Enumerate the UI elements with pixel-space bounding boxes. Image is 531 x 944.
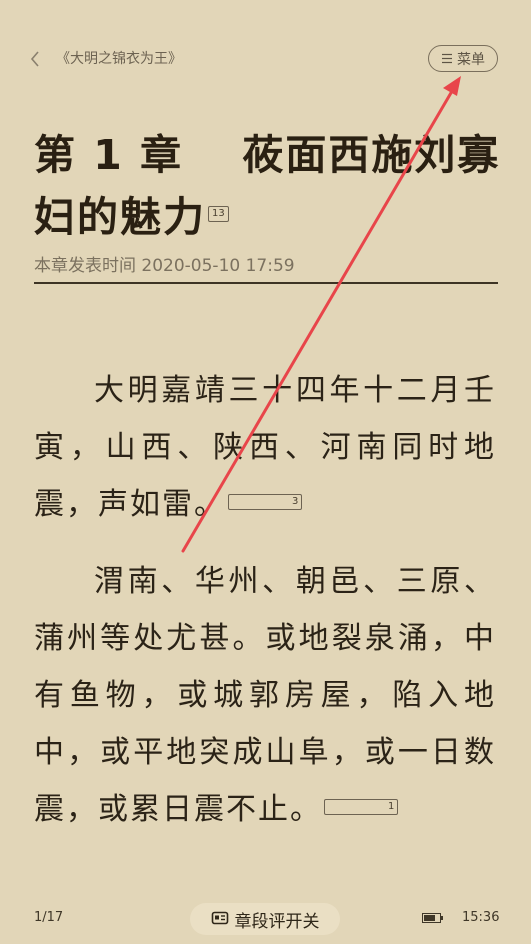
review-toggle-button[interactable]: 章段评开关 (190, 903, 340, 935)
chapter-title-text: 第 1 章 莜面西施刘寡妇的魅力 (34, 131, 501, 241)
page-number: 1/17 (34, 910, 64, 925)
book-title[interactable]: 《大明之锦衣为王》 (56, 48, 182, 68)
publish-time: 本章发表时间 2020-05-10 17:59 (34, 256, 295, 276)
chapter-title: 第 1 章 莜面西施刘寡妇的魅力 13 (34, 124, 504, 248)
chapter-content: 大明嘉靖三十四年十二月壬寅，山西、陕西、河南同时地震，声如雷。 3 渭南、华州、朝… (34, 362, 496, 858)
clock: 15:36 (462, 910, 500, 925)
back-button[interactable] (24, 46, 46, 72)
menu-lines-icon (442, 53, 452, 64)
title-divider (34, 282, 498, 284)
menu-button[interactable]: 菜单 (428, 45, 498, 72)
comment-icon (211, 911, 228, 925)
paragraph-comment-badge[interactable]: 3 (228, 493, 303, 510)
paragraph-text: 渭南、华州、朝邑、三原、蒲州等处尤甚。或地裂泉涌，中有鱼物，或城郭房屋，陷入地中… (34, 564, 496, 827)
top-bar: 《大明之锦衣为王》 菜单 (0, 36, 531, 80)
battery-icon (422, 913, 443, 923)
chevron-left-icon (30, 51, 39, 67)
paragraph: 渭南、华州、朝邑、三原、蒲州等处尤甚。或地裂泉涌，中有鱼物，或城郭房屋，陷入地中… (34, 553, 496, 838)
menu-label: 菜单 (457, 51, 485, 68)
review-toggle-label: 章段评开关 (234, 911, 320, 932)
paragraph-comment-badge[interactable]: 1 (324, 798, 399, 815)
paragraph: 大明嘉靖三十四年十二月壬寅，山西、陕西、河南同时地震，声如雷。 3 (34, 362, 496, 533)
bottom-bar: 1/17 章段评开关 15:36 (0, 900, 531, 936)
chapter-comment-badge[interactable]: 13 (208, 206, 229, 222)
